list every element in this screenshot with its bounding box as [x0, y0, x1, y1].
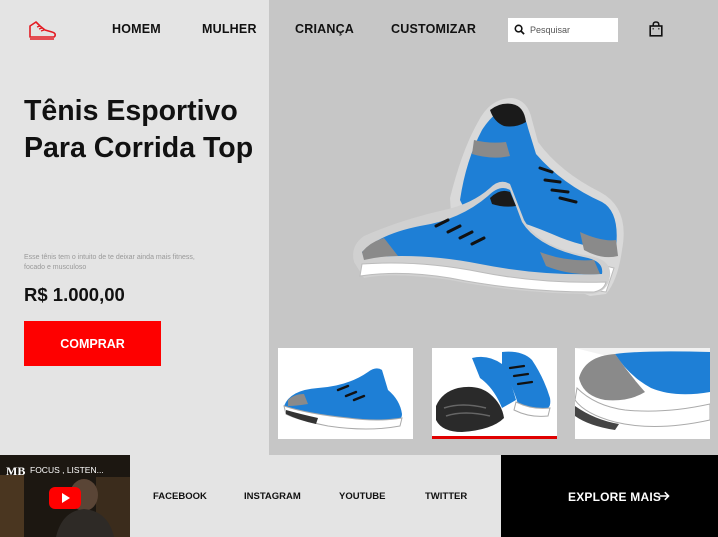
search-input[interactable] [530, 22, 612, 38]
shopping-bag-icon[interactable] [649, 21, 663, 37]
product-price: R$ 1.000,00 [24, 284, 125, 305]
nav-customizar[interactable]: CUSTOMIZAR [391, 22, 476, 36]
nav-homem[interactable]: HOMEM [112, 22, 161, 36]
sneaker-logo-icon[interactable] [27, 18, 57, 42]
product-title: Tênis Esportivo Para Corrida Top [24, 95, 254, 164]
explore-more-button[interactable]: EXPLORE MAIS [501, 455, 718, 537]
video-title[interactable]: FOCUS , LISTEN... [30, 465, 104, 475]
social-instagram[interactable]: INSTAGRAM [244, 491, 301, 502]
hero-left-panel [0, 0, 269, 455]
gallery-thumbnail-1[interactable] [278, 348, 413, 439]
hero-shoe-image [353, 98, 624, 296]
nav-mulher[interactable]: MULHER [202, 22, 257, 36]
product-description: Esse tênis tem o intuito de te deixar ai… [24, 254, 195, 271]
buy-button[interactable]: COMPRAR [24, 321, 161, 366]
social-twitter[interactable]: TWITTER [425, 491, 467, 502]
gallery-thumbnail-3[interactable] [575, 348, 710, 439]
social-youtube[interactable]: YOUTUBE [339, 491, 385, 502]
search-box[interactable] [508, 18, 618, 42]
social-facebook[interactable]: FACEBOOK [153, 491, 207, 502]
nav-crianca[interactable]: CRIANÇA [295, 22, 354, 36]
youtube-play-icon[interactable] [49, 487, 81, 509]
arrow-right-icon [659, 491, 670, 501]
search-icon [514, 24, 525, 35]
explore-more-label: EXPLORE MAIS [568, 490, 662, 504]
gallery-thumbnail-2[interactable] [432, 348, 557, 439]
channel-logo: MB [6, 464, 26, 478]
